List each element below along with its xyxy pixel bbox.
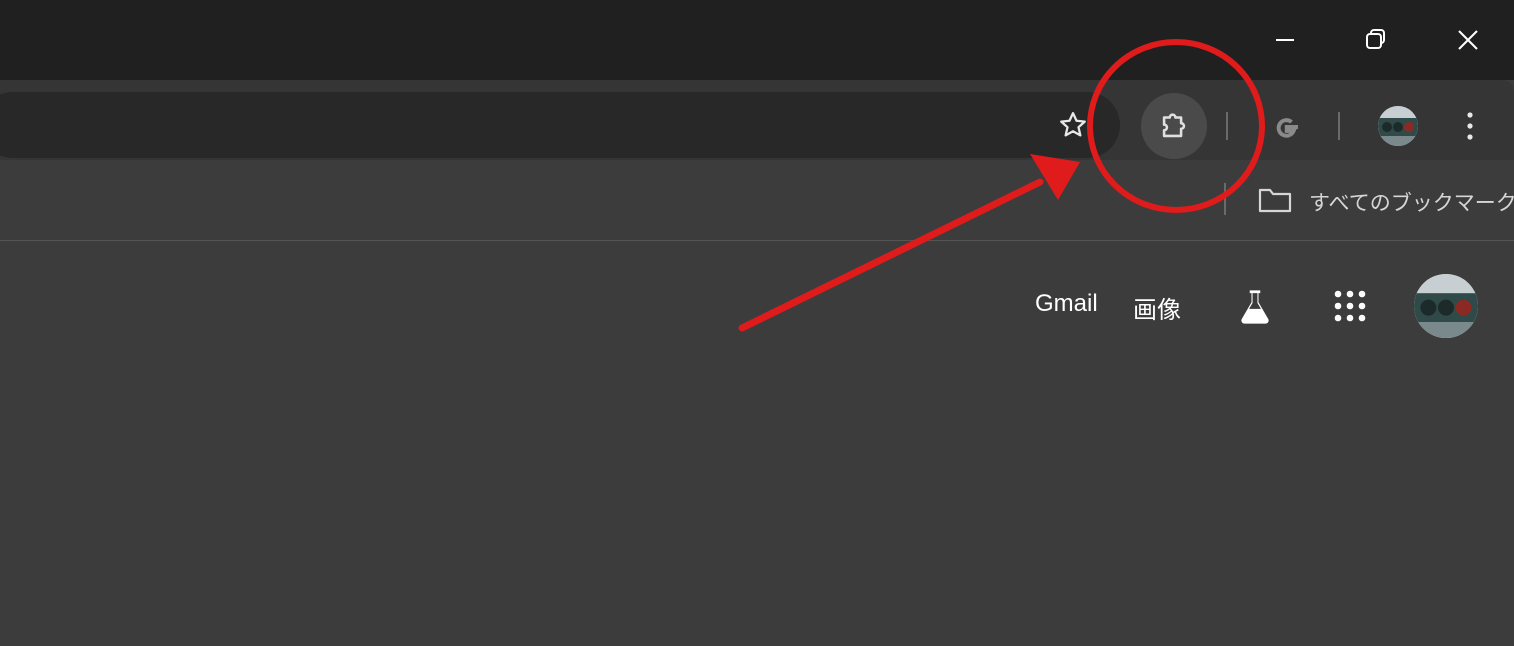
bookmarks-separator <box>1224 183 1226 215</box>
restore-icon <box>1366 29 1385 49</box>
minimize-icon <box>1276 39 1294 41</box>
star-outline-icon <box>1060 112 1086 137</box>
minimize-button[interactable] <box>1263 18 1307 62</box>
close-icon <box>1458 30 1478 50</box>
bookmark-star-button[interactable] <box>1053 105 1093 145</box>
google-g-icon <box>1276 118 1298 138</box>
toolbar-separator <box>1226 112 1228 140</box>
close-button[interactable] <box>1446 18 1490 62</box>
all-bookmarks-label[interactable]: すべてのブックマーク <box>1309 187 1514 217</box>
avatar <box>1414 274 1478 338</box>
apps-grid-icon <box>1334 290 1366 322</box>
address-bar[interactable] <box>0 92 1120 158</box>
toolbar-separator <box>1338 112 1340 140</box>
google-account-avatar[interactable] <box>1414 274 1478 338</box>
google-apps-button[interactable] <box>1328 284 1372 328</box>
title-bar <box>0 0 1514 80</box>
profile-avatar[interactable] <box>1378 106 1418 146</box>
menu-button[interactable] <box>1452 106 1488 146</box>
folder-icon <box>1258 188 1292 213</box>
puzzle-icon <box>1162 113 1186 138</box>
gmail-link[interactable]: Gmail <box>1035 290 1098 318</box>
images-link[interactable]: 画像 <box>1133 290 1181 325</box>
flask-icon <box>1241 290 1269 324</box>
labs-button[interactable] <box>1232 284 1278 330</box>
extensions-button[interactable] <box>1141 93 1207 159</box>
all-bookmarks-folder-button[interactable] <box>1256 184 1294 216</box>
avatar <box>1378 106 1418 146</box>
google-extension-button[interactable] <box>1265 106 1307 148</box>
page-content <box>0 241 1514 646</box>
kebab-menu-icon <box>1467 112 1473 140</box>
restore-button[interactable] <box>1354 18 1398 62</box>
